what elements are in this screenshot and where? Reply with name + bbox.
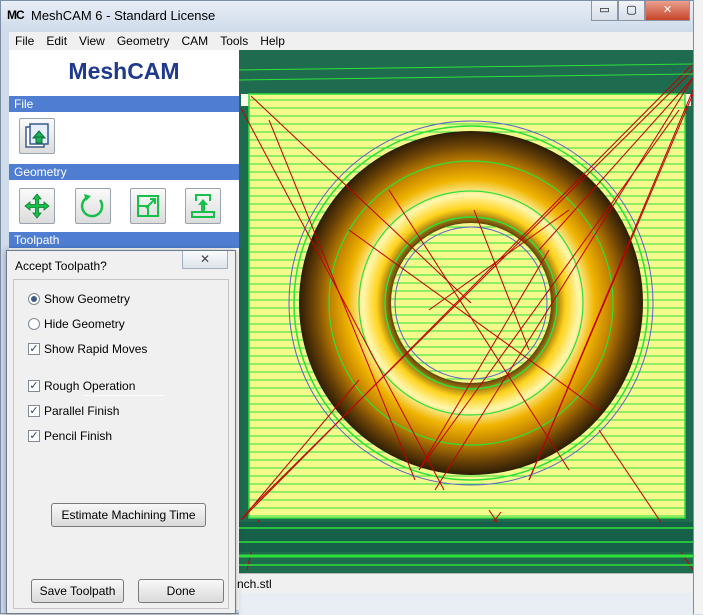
menu-file[interactable]: File <box>9 34 40 48</box>
checkmark-icon[interactable]: ✓ <box>28 405 40 417</box>
show-rapid-checkbox[interactable]: ✓ Show Rapid Moves <box>28 342 147 356</box>
window-controls: ▭ ▢ ✕ <box>591 1 690 21</box>
menu-geometry[interactable]: Geometry <box>111 34 176 48</box>
pencil-finish-checkbox[interactable]: ✓ Pencil Finish <box>28 429 112 443</box>
dialog-close-icon[interactable]: ✕ <box>182 251 228 269</box>
checkmark-icon[interactable]: ✓ <box>28 430 40 442</box>
window-bottom <box>239 593 693 615</box>
save-toolpath-button[interactable]: Save Toolpath <box>31 579 124 603</box>
scale-button[interactable] <box>130 188 166 224</box>
menu-tools[interactable]: Tools <box>214 34 254 48</box>
status-bar: nch.stl <box>237 573 693 593</box>
menu-cam[interactable]: CAM <box>176 34 215 48</box>
done-button[interactable]: Done <box>138 579 224 603</box>
checkmark-icon[interactable]: ✓ <box>28 380 40 392</box>
open-file-icon <box>25 123 49 148</box>
window-title: MeshCAM 6 - Standard License <box>31 8 216 23</box>
title-bar[interactable]: MC MeshCAM 6 - Standard License ▭ ▢ ✕ <box>1 1 693 31</box>
hide-geometry-radio[interactable]: Hide Geometry <box>28 317 125 331</box>
show-rapid-label: Show Rapid Moves <box>44 342 148 356</box>
section-file-header: File <box>9 96 239 112</box>
menu-bar: File Edit View Geometry CAM Tools Help <box>9 32 693 50</box>
radio-unselected-icon[interactable] <box>28 318 40 330</box>
show-geometry-label: Show Geometry <box>44 292 131 306</box>
rough-operation-label: Rough Operation <box>44 379 136 393</box>
separator <box>84 395 164 396</box>
open-file-button[interactable] <box>19 118 55 154</box>
menu-help[interactable]: Help <box>254 34 291 48</box>
app-logo-icon: MC <box>7 8 25 22</box>
menu-view[interactable]: View <box>73 34 111 48</box>
pencil-finish-label: Pencil Finish <box>44 429 113 443</box>
maximize-icon[interactable]: ▢ <box>618 1 645 21</box>
estimate-machining-time-button[interactable]: Estimate Machining Time <box>51 503 206 527</box>
section-geometry-header: Geometry <box>9 164 239 180</box>
hide-geometry-label: Hide Geometry <box>44 317 125 331</box>
set-base-icon <box>191 194 215 218</box>
menu-edit[interactable]: Edit <box>40 34 73 48</box>
dialog-body: Show Geometry Hide Geometry ✓ Show Rapid… <box>13 279 229 609</box>
show-geometry-radio[interactable]: Show Geometry <box>28 292 130 306</box>
close-icon[interactable]: ✕ <box>645 1 690 21</box>
parallel-finish-label: Parallel Finish <box>44 404 120 418</box>
desktop-background <box>693 0 703 614</box>
status-filename: nch.stl <box>237 577 272 591</box>
scale-icon <box>137 195 159 217</box>
lower-stock-band <box>239 522 693 552</box>
radio-selected-icon[interactable] <box>28 293 40 305</box>
parallel-finish-checkbox[interactable]: ✓ Parallel Finish <box>28 404 119 418</box>
dialog-title: Accept Toolpath? <box>15 259 107 273</box>
move-button[interactable] <box>19 188 55 224</box>
accept-toolpath-dialog: Accept Toolpath? ✕ Show Geometry Hide Ge… <box>6 250 236 614</box>
brand-title: MeshCAM <box>68 58 180 84</box>
section-toolpath-header: Toolpath <box>9 232 239 248</box>
move-icon <box>24 193 50 219</box>
set-base-button[interactable] <box>185 188 221 224</box>
rotate-icon <box>80 194 104 218</box>
toolpath-render[interactable] <box>239 50 693 573</box>
minimize-icon[interactable]: ▭ <box>591 1 618 21</box>
checkmark-icon[interactable]: ✓ <box>28 343 40 355</box>
3d-viewport[interactable] <box>239 50 693 573</box>
rough-operation-checkbox[interactable]: ✓ Rough Operation <box>28 379 135 393</box>
rotate-button[interactable] <box>75 188 111 224</box>
